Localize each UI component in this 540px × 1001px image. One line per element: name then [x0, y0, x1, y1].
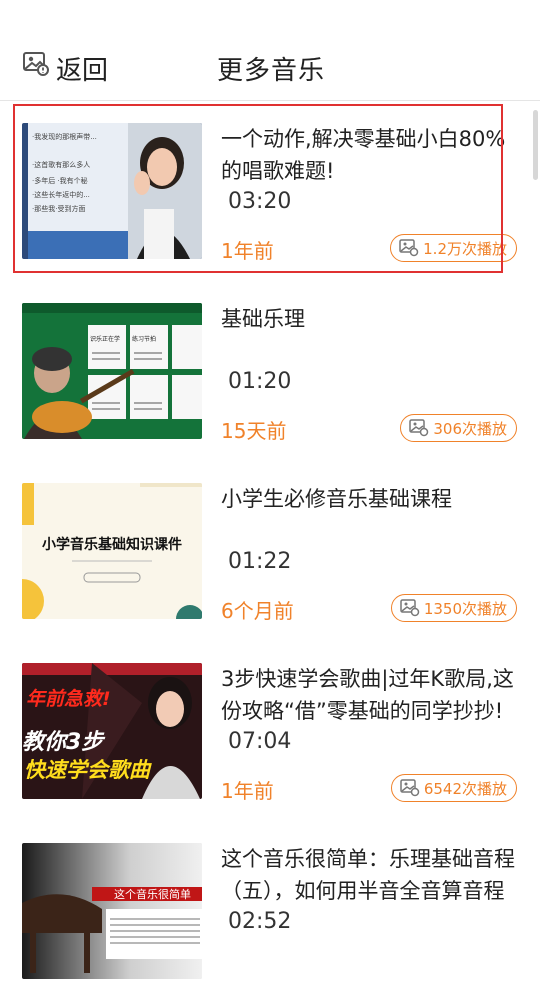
video-age: 15天前 — [221, 419, 287, 443]
video-title: 基础乐理 — [221, 307, 305, 331]
video-item-4[interactable]: 年前急救! 教你3步 快速学会歌曲 3步快速学会歌曲|过年K歌局,这份攻略“借”… — [0, 641, 540, 821]
video-title: 一个动作,解决零基础小白80%的唱歌难题! — [221, 127, 506, 183]
page-title: 更多音乐 — [217, 56, 326, 86]
video-thumbnail-1[interactable]: ·我发现的那根声带... ·这首歌有那么多人 ·多年后 ·我有个秘 ·这些长年返… — [22, 123, 202, 259]
play-count: 1.2万次播放 — [423, 239, 507, 258]
thumb-caption: 练习节拍 — [132, 335, 156, 343]
thumb-caption: ·这些长年返中的... — [32, 190, 90, 199]
thumb-caption: ·这首歌有那么多人 — [32, 160, 90, 169]
video-thumbnail-5[interactable]: 这个音乐很简单 — [22, 843, 202, 979]
video-thumbnail-3[interactable]: 小学音乐基础知识课件 — [22, 483, 202, 619]
video-duration: 01:20 — [228, 369, 292, 394]
image-icon — [400, 599, 420, 617]
thumb-caption: 这个音乐很简单 — [114, 887, 191, 901]
video-age: 1年前 — [221, 239, 274, 263]
image-icon — [399, 239, 419, 257]
top-bar: 返回 更多音乐 — [0, 0, 540, 101]
image-icon — [409, 419, 429, 437]
play-count: 1350次播放 — [423, 599, 507, 618]
video-item-5[interactable]: 这个音乐很简单 这个音乐很简单：乐理基础音程（五），如何用半音全音算音程 02:… — [0, 821, 540, 1001]
play-count-badge: 6542次播放 — [390, 774, 517, 802]
video-thumbnail-4[interactable]: 年前急救! 教你3步 快速学会歌曲 — [22, 663, 202, 799]
back-label: 返回 — [56, 55, 109, 86]
thumb-caption: 小学音乐基础知识课件 — [42, 536, 182, 553]
image-icon — [400, 779, 420, 797]
video-duration: 07:04 — [228, 729, 292, 754]
video-age: 1年前 — [221, 779, 274, 803]
video-title: 3步快速学会歌曲|过年K歌局,这份攻略“借”零基础的同学抄抄! — [221, 667, 514, 723]
play-count-badge: 1.2万次播放 — [390, 234, 517, 262]
video-title: 小学生必修音乐基础课程 — [221, 487, 452, 511]
video-duration: 02:52 — [228, 909, 292, 934]
thumb-caption: 年前急救! — [26, 688, 111, 710]
video-item-2[interactable]: 识乐正在学 练习节拍 基础乐理 01:20 15天前 306次播放 — [0, 281, 540, 461]
video-thumbnail-2[interactable]: 识乐正在学 练习节拍 — [22, 303, 202, 439]
video-title: 这个音乐很简单：乐理基础音程（五），如何用半音全音算音程 — [221, 847, 515, 903]
play-count: 6542次播放 — [423, 779, 507, 798]
thumb-caption: ·那些我·受到方面 — [32, 204, 85, 213]
thumb-caption: ·我发现的那根声带... — [32, 132, 97, 141]
image-icon — [23, 52, 49, 76]
video-item-1[interactable]: ·我发现的那根声带... ·这首歌有那么多人 ·多年后 ·我有个秘 ·这些长年返… — [0, 101, 540, 281]
thumb-caption: 识乐正在学 — [90, 335, 120, 343]
video-duration: 01:22 — [228, 549, 292, 574]
thumb-caption: 快速学会歌曲 — [24, 758, 152, 782]
video-item-3[interactable]: 小学音乐基础知识课件 小学生必修音乐基础课程 01:22 6个月前 1350次播… — [0, 461, 540, 641]
play-count: 306次播放 — [433, 419, 507, 438]
video-age: 6个月前 — [221, 599, 294, 623]
video-duration: 03:20 — [228, 189, 292, 214]
play-count-badge: 1350次播放 — [390, 594, 517, 622]
thumb-caption: 教你3步 — [22, 730, 106, 755]
play-count-badge: 306次播放 — [400, 414, 517, 442]
thumb-caption: ·多年后 ·我有个秘 — [32, 176, 88, 185]
back-button[interactable]: 返回 — [22, 50, 108, 86]
